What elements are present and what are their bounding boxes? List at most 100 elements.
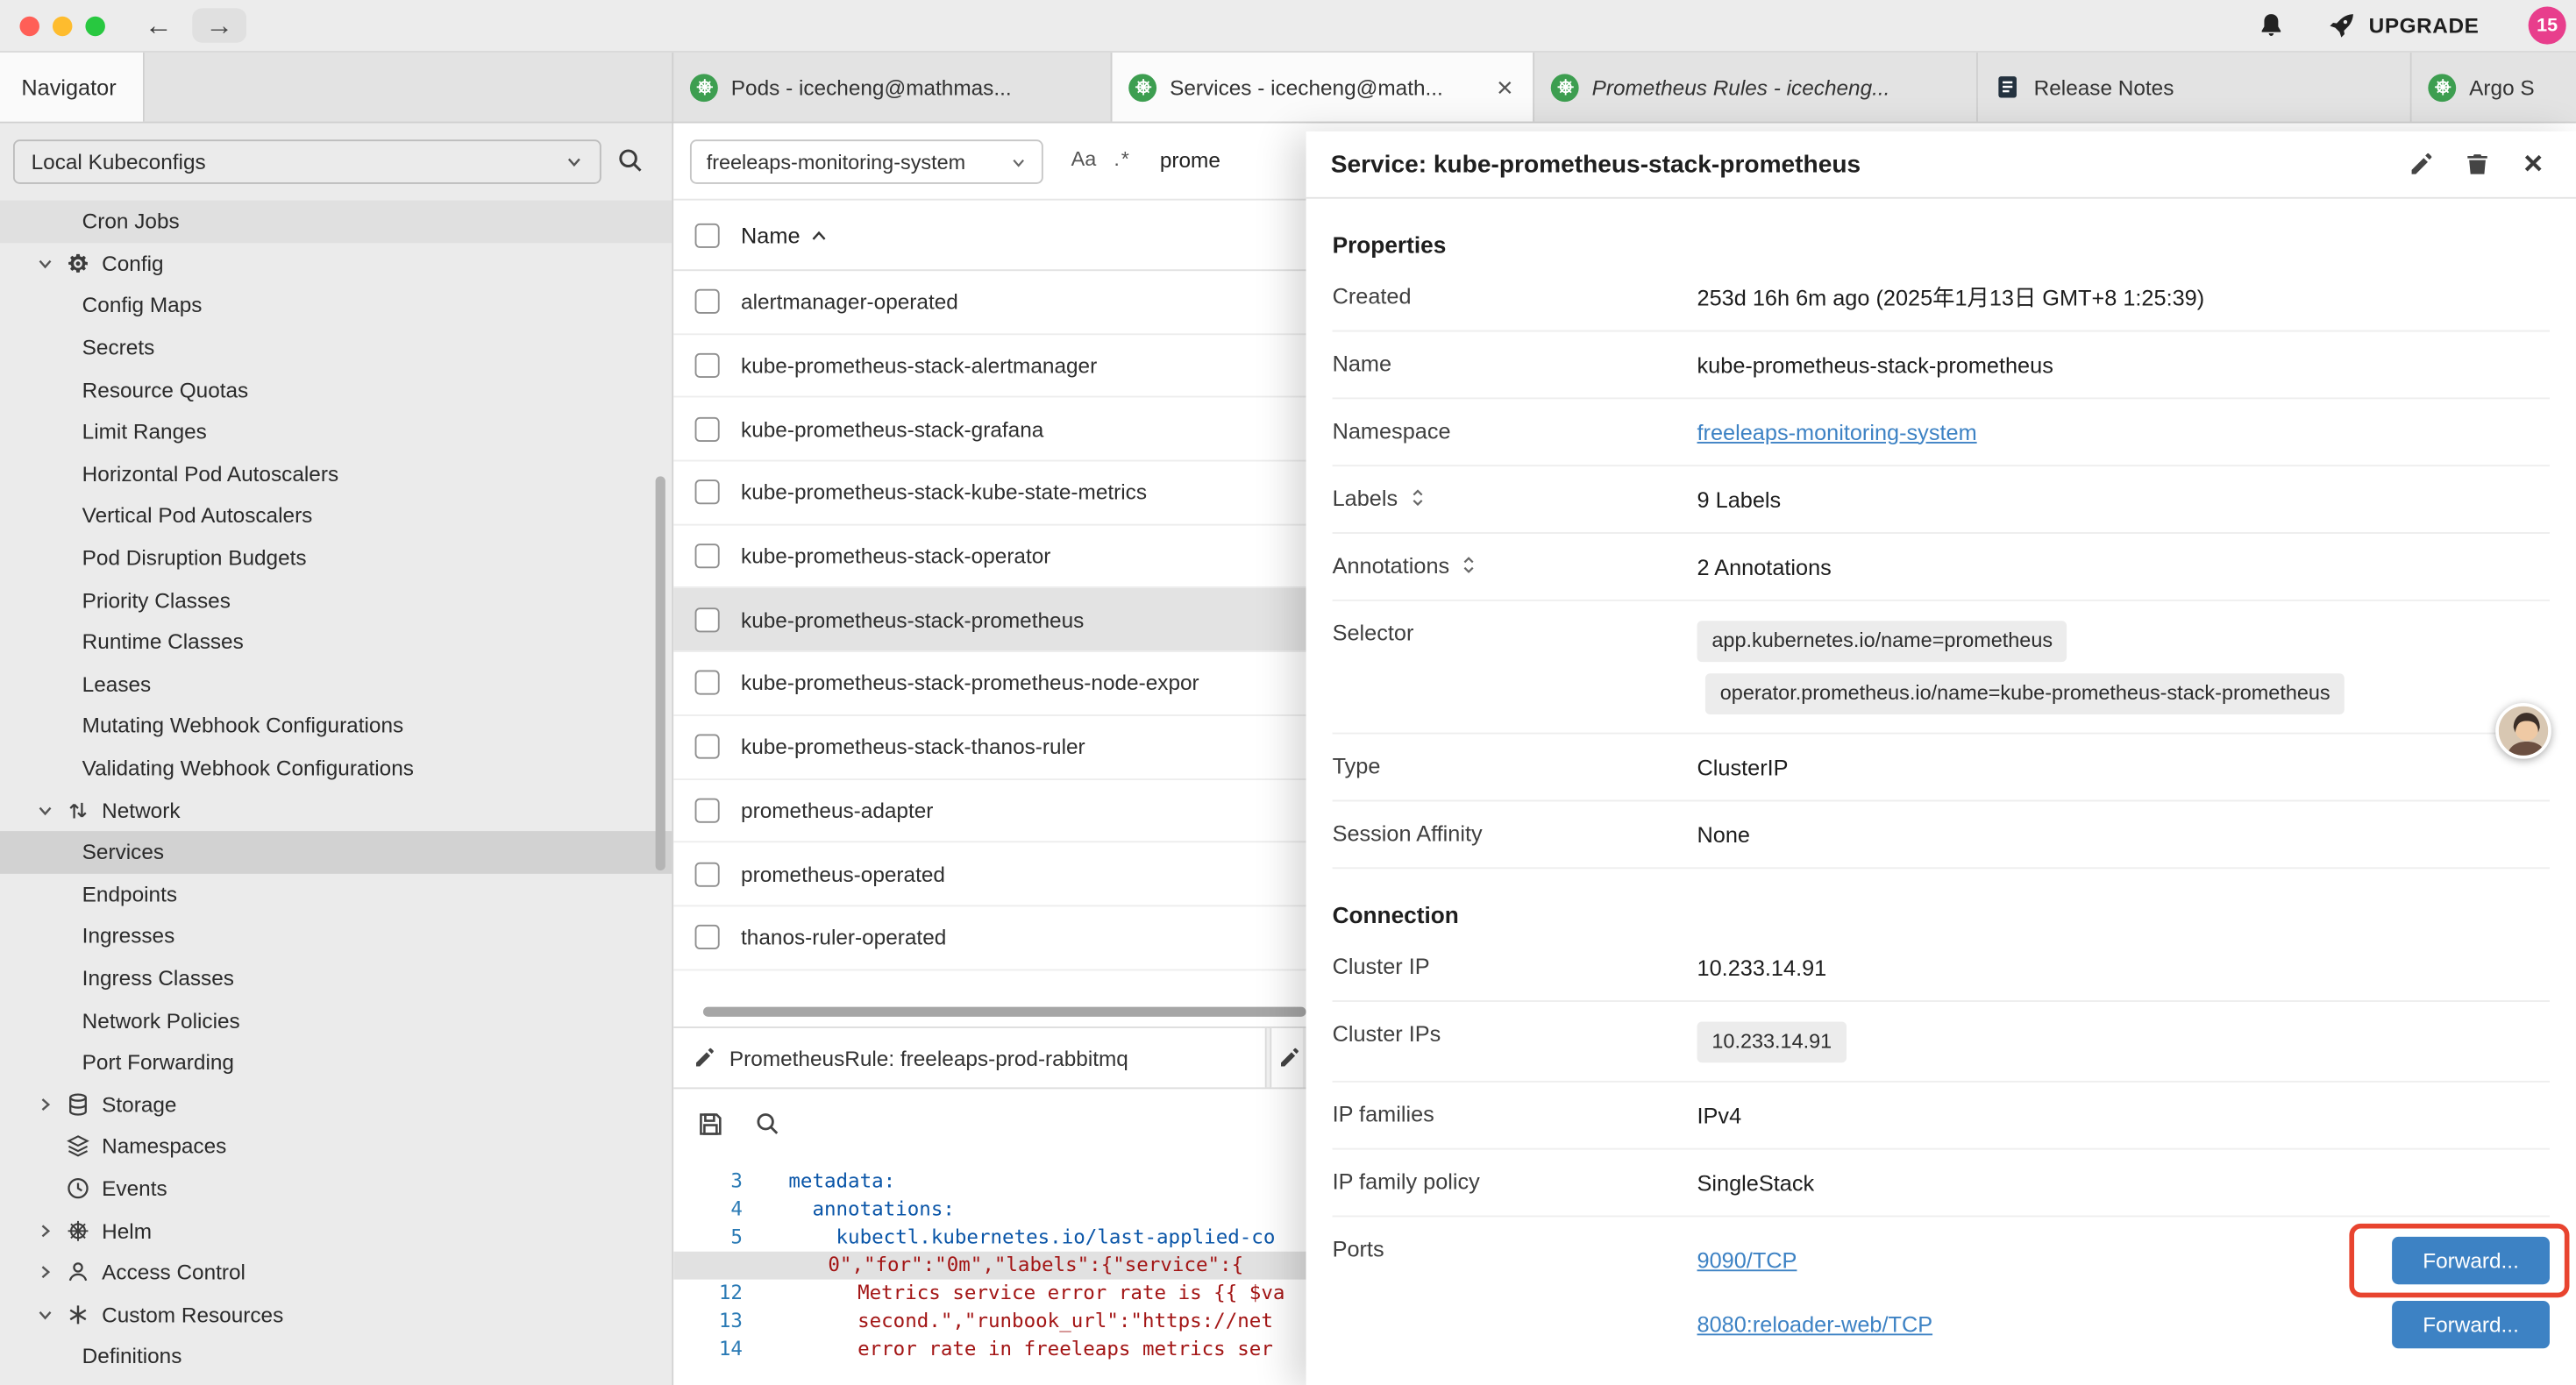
- row-checkbox[interactable]: [695, 416, 720, 441]
- sort-toggle-icon[interactable]: [1461, 555, 1477, 574]
- sidebar-item-namespaces[interactable]: Namespaces: [0, 1126, 672, 1168]
- sidebar-item-network[interactable]: Network: [0, 789, 672, 831]
- sidebar-item-pod-disruption-budgets[interactable]: Pod Disruption Budgets: [0, 536, 672, 579]
- sidebar-scrollbar[interactable]: [656, 476, 665, 870]
- sidebar-item-resource-quotas[interactable]: Resource Quotas: [0, 368, 672, 410]
- tab-pods-icecheng-mathmas[interactable]: Pods - icecheng@mathmas...: [673, 53, 1112, 122]
- table-row-kube-prometheus-stack-prometheus-node-expor[interactable]: kube-prometheus-stack-prometheus-node-ex…: [673, 652, 1306, 715]
- sidebar-item-config[interactable]: Config: [0, 243, 672, 285]
- row-checkbox[interactable]: [695, 671, 720, 695]
- yaml-editor[interactable]: 3metadata:4 annotations:5 kubectl.kubern…: [673, 1158, 1306, 1385]
- regex-toggle[interactable]: .*: [1114, 148, 1130, 171]
- search-input[interactable]: prome: [1160, 148, 1220, 173]
- sidebar-item-horizontal-pod-autoscalers[interactable]: Horizontal Pod Autoscalers: [0, 452, 672, 494]
- close-window-button[interactable]: [19, 16, 39, 35]
- sort-toggle-icon[interactable]: [1409, 487, 1426, 507]
- chevron-right-icon[interactable]: [36, 1221, 66, 1239]
- table-row-kube-prometheus-stack-kube-state-metrics[interactable]: kube-prometheus-stack-kube-state-metrics: [673, 462, 1306, 525]
- column-header-name[interactable]: Name: [741, 223, 828, 247]
- sidebar-item-endpoints[interactable]: Endpoints: [0, 873, 672, 915]
- sidebar-item-runtime-classes[interactable]: Runtime Classes: [0, 621, 672, 663]
- sidebar-item-vertical-pod-autoscalers[interactable]: Vertical Pod Autoscalers: [0, 494, 672, 536]
- table-row-alertmanager-operated[interactable]: alertmanager-operated: [673, 271, 1306, 334]
- sidebar-item-port-forwarding[interactable]: Port Forwarding: [0, 1041, 672, 1083]
- row-checkbox[interactable]: [695, 480, 720, 505]
- sidebar-item-limit-ranges[interactable]: Limit Ranges: [0, 410, 672, 452]
- forward-button[interactable]: Forward...: [2392, 1236, 2550, 1283]
- notifications-bell-icon[interactable]: [2257, 11, 2285, 39]
- user-avatar[interactable]: [2495, 703, 2551, 759]
- tab-argo-s[interactable]: Argo S: [2412, 53, 2576, 122]
- tab-release-notes[interactable]: Release Notes: [1978, 53, 2412, 122]
- row-checkbox[interactable]: [695, 607, 720, 632]
- chevron-right-icon[interactable]: [36, 1095, 66, 1113]
- close-tab-icon[interactable]: ×: [1493, 73, 1516, 101]
- table-row-prometheus-adapter[interactable]: prometheus-adapter: [673, 779, 1306, 842]
- table-row-kube-prometheus-stack-prometheus[interactable]: kube-prometheus-stack-prometheus: [673, 589, 1306, 652]
- navigator-tab[interactable]: Navigator: [0, 53, 145, 122]
- edit-icon[interactable]: [2403, 146, 2439, 182]
- detail-value: 253d 16h 6m ago (2025年1月13日 GMT+8 1:25:3…: [1697, 283, 2550, 311]
- kubeconfig-select[interactable]: Local Kubeconfigs: [13, 139, 601, 184]
- table-row-kube-prometheus-stack-grafana[interactable]: kube-prometheus-stack-grafana: [673, 398, 1306, 461]
- back-button[interactable]: ←: [145, 11, 173, 39]
- sidebar-item-config-maps[interactable]: Config Maps: [0, 285, 672, 327]
- select-all-checkbox[interactable]: [695, 223, 720, 247]
- sidebar-item-validating-webhook-configurations[interactable]: Validating Webhook Configurations: [0, 747, 672, 789]
- editor-search-icon[interactable]: [754, 1111, 780, 1137]
- table-row-kube-prometheus-stack-thanos-ruler[interactable]: kube-prometheus-stack-thanos-ruler: [673, 716, 1306, 779]
- maximize-window-button[interactable]: [85, 16, 104, 35]
- row-checkbox[interactable]: [695, 925, 720, 949]
- row-checkbox[interactable]: [695, 289, 720, 314]
- table-row-kube-prometheus-stack-alertmanager[interactable]: kube-prometheus-stack-alertmanager: [673, 335, 1306, 398]
- sidebar-item-storage[interactable]: Storage: [0, 1083, 672, 1126]
- chevron-down-icon[interactable]: [36, 254, 66, 273]
- tab-prometheus-rules-icecheng[interactable]: Prometheus Rules - icecheng...: [1534, 53, 1978, 122]
- sidebar-item-access-control[interactable]: Access Control: [0, 1251, 672, 1293]
- chevron-right-icon[interactable]: [36, 1263, 66, 1282]
- sidebar-search-icon[interactable]: [616, 146, 644, 174]
- match-case-toggle[interactable]: Aa: [1071, 148, 1097, 171]
- namespace-link[interactable]: freeleaps-monitoring-system: [1697, 420, 1977, 444]
- sidebar-item-cron-jobs[interactable]: Cron Jobs: [0, 201, 672, 243]
- sidebar-item-helm[interactable]: Helm: [0, 1210, 672, 1252]
- sidebar-item-secrets[interactable]: Secrets: [0, 326, 672, 368]
- notification-count-badge[interactable]: 15: [2529, 6, 2566, 44]
- table-row-kube-prometheus-stack-operator[interactable]: kube-prometheus-stack-operator: [673, 525, 1306, 588]
- sidebar-item-events[interactable]: Events: [0, 1168, 672, 1210]
- namespace-filter-select[interactable]: freeleaps-monitoring-system: [690, 139, 1043, 184]
- sidebar-item-leases[interactable]: Leases: [0, 663, 672, 705]
- sidebar-item-ingresses[interactable]: Ingresses: [0, 915, 672, 957]
- chevron-down-icon[interactable]: [36, 801, 66, 820]
- sidebar-item-ingress-classes[interactable]: Ingress Classes: [0, 957, 672, 999]
- row-checkbox[interactable]: [695, 543, 720, 568]
- value-badge: 10.233.14.91: [1697, 1021, 1847, 1062]
- sidebar-item-mutating-webhook-configurations[interactable]: Mutating Webhook Configurations: [0, 705, 672, 747]
- port-link[interactable]: 9090/TCP: [1697, 1246, 1797, 1274]
- forward-button[interactable]: Forward...: [2392, 1300, 2550, 1347]
- tab-services-icecheng-math[interactable]: Services - icecheng@math...×: [1112, 53, 1534, 122]
- table-row-thanos-ruler-operated[interactable]: thanos-ruler-operated: [673, 906, 1306, 970]
- upgrade-button[interactable]: UPGRADE: [2328, 11, 2480, 39]
- sidebar-item-definitions[interactable]: Definitions: [0, 1335, 672, 1377]
- horizontal-scrollbar-thumb[interactable]: [703, 1007, 1306, 1017]
- row-checkbox[interactable]: [695, 798, 720, 822]
- row-checkbox[interactable]: [695, 862, 720, 886]
- delete-icon[interactable]: [2459, 146, 2495, 182]
- port-link[interactable]: 8080:reloader-web/TCP: [1697, 1310, 1933, 1338]
- sidebar-item-services[interactable]: Services: [0, 831, 672, 873]
- save-icon[interactable]: [696, 1110, 724, 1138]
- editor-tab[interactable]: PrometheusRule: freeleaps-prod-rabbitmq: [673, 1028, 1266, 1087]
- sidebar-item-custom-resources[interactable]: Custom Resources: [0, 1293, 672, 1335]
- close-icon[interactable]: ×: [2516, 146, 2551, 182]
- editor-tab-partial[interactable]: [1270, 1028, 1302, 1087]
- minimize-window-button[interactable]: [53, 16, 72, 35]
- horizontal-scrollbar[interactable]: [673, 1005, 1306, 1019]
- forward-button[interactable]: →: [192, 8, 246, 42]
- table-row-prometheus-operated[interactable]: prometheus-operated: [673, 843, 1306, 906]
- sidebar-item-priority-classes[interactable]: Priority Classes: [0, 579, 672, 621]
- chevron-down-icon[interactable]: [36, 1305, 66, 1324]
- row-checkbox[interactable]: [695, 353, 720, 378]
- row-checkbox[interactable]: [695, 735, 720, 759]
- sidebar-item-network-policies[interactable]: Network Policies: [0, 999, 672, 1041]
